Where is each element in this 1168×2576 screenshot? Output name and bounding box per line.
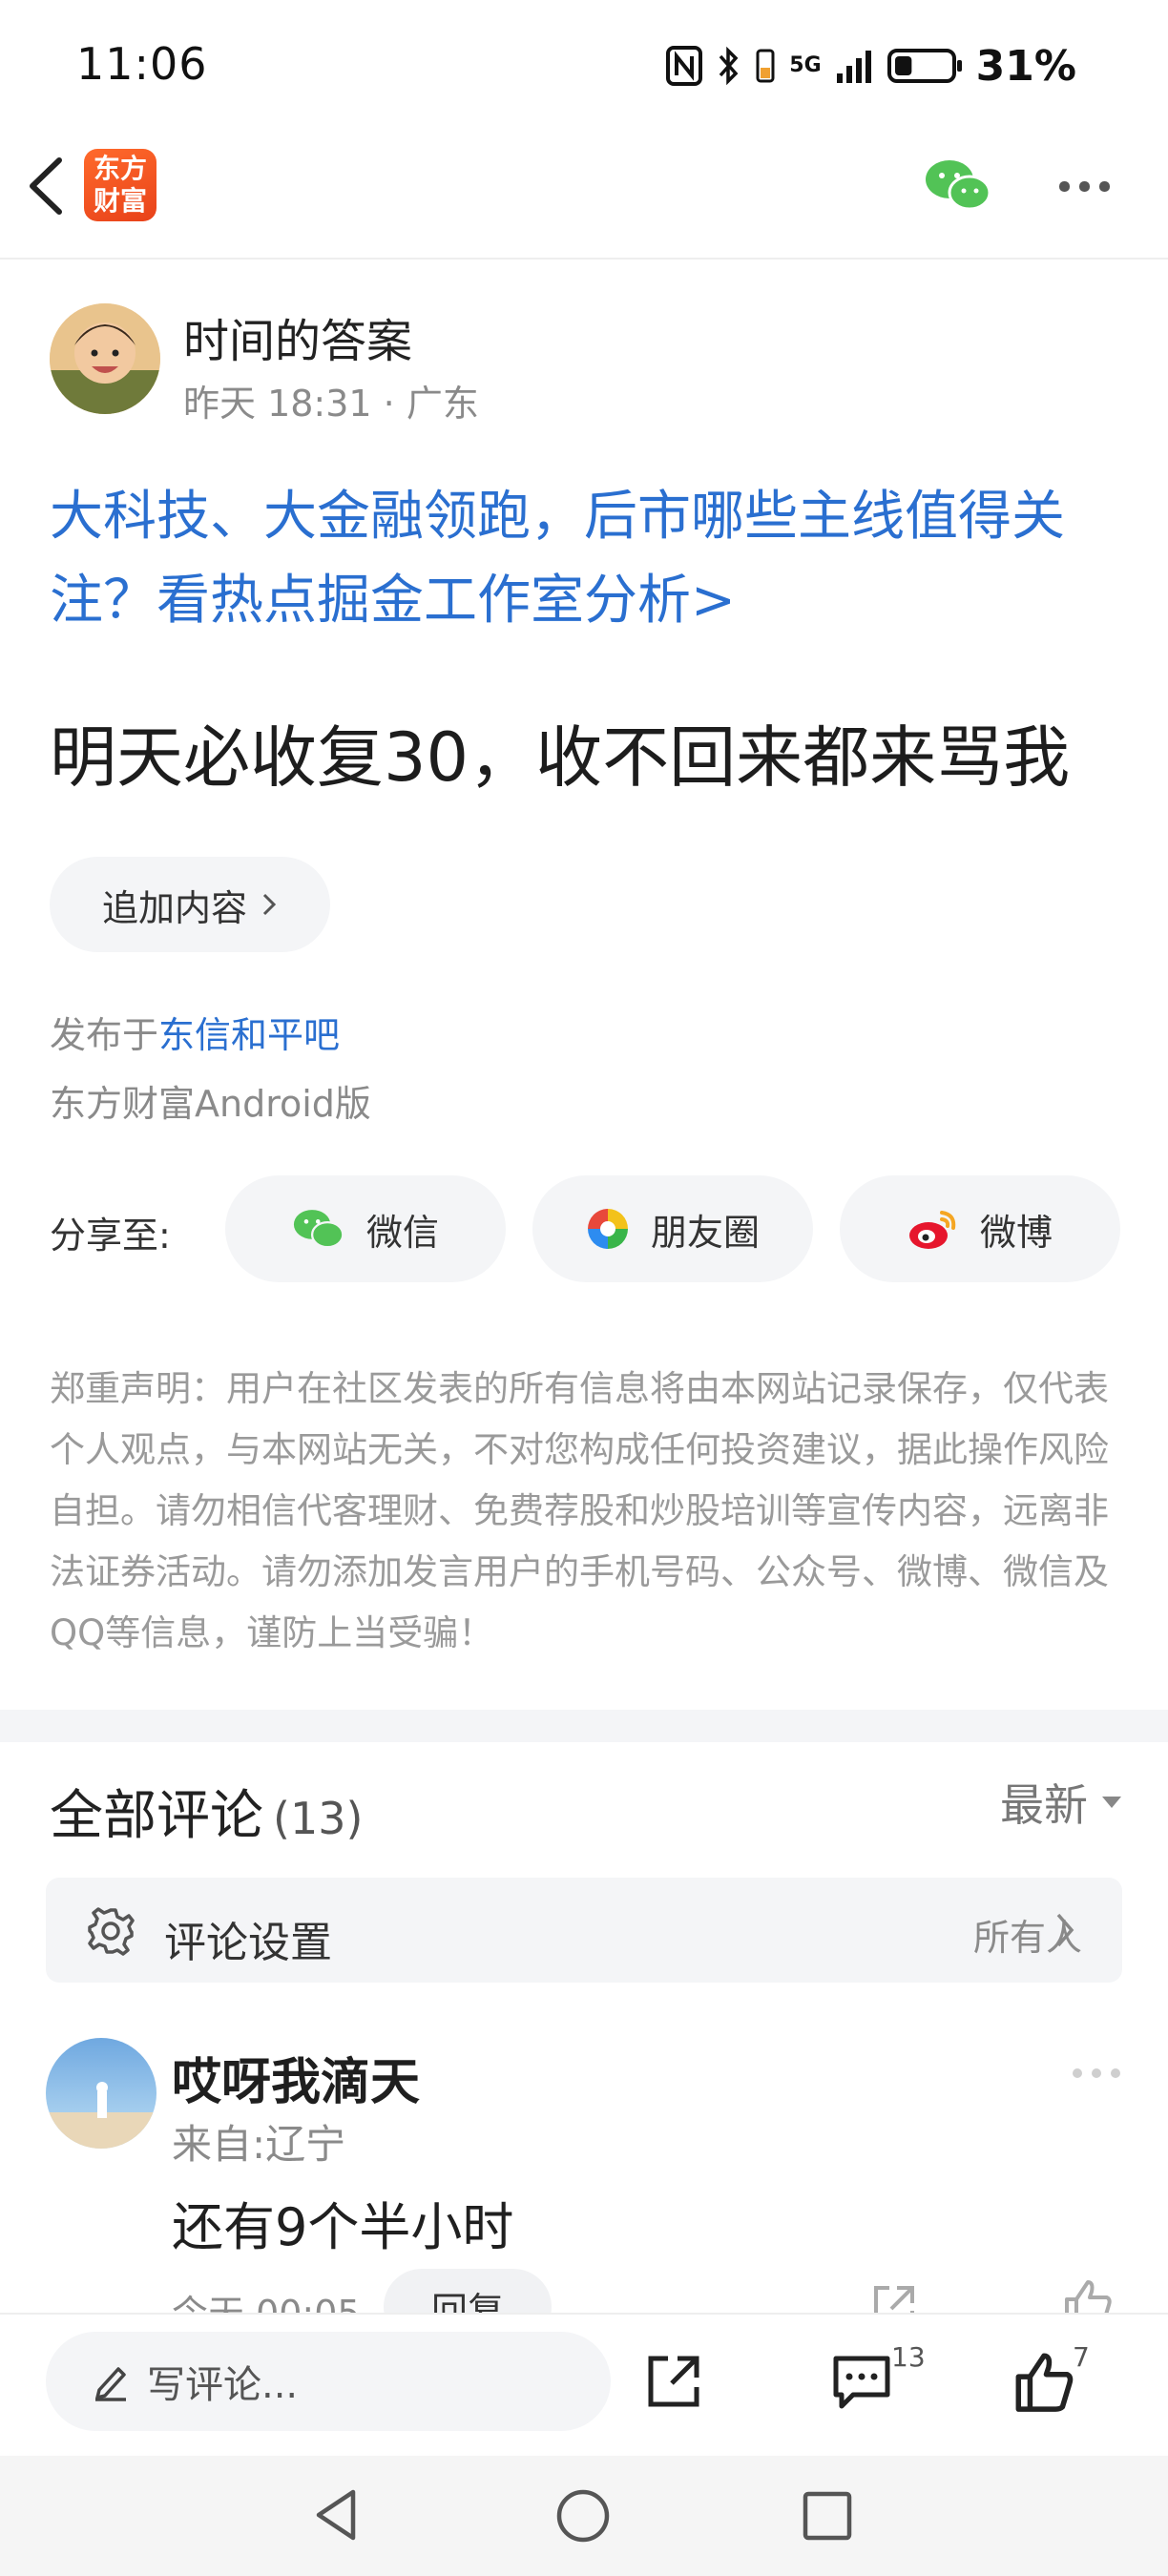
disclaimer-text: 郑重声明：用户在社区发表的所有信息将由本网站记录保存，仅代表个人观点，与本网站无… (50, 1368, 1109, 1653)
wechat-icon[interactable] (924, 156, 992, 214)
avatar-image (50, 303, 160, 414)
chevron-right-icon (1056, 1913, 1074, 1947)
vibrate-battery-icon (756, 49, 775, 83)
share-wechat-label: 微信 (365, 1211, 439, 1254)
more-dot (1079, 181, 1090, 192)
caret-down-icon (1102, 1797, 1121, 1808)
logo-text-line1: 东方 (93, 153, 147, 184)
nav-recents-icon[interactable] (802, 2490, 853, 2542)
wechat-icon (293, 1210, 344, 1249)
author-name[interactable]: 时间的答案 (183, 303, 412, 370)
section-divider (0, 1710, 1168, 1742)
more-dot (1111, 2068, 1120, 2078)
comment-count-badge: 13 (891, 2341, 926, 2373)
comments-title-label: 全部评论 (50, 1785, 263, 1847)
append-content-button[interactable]: 追加内容 (50, 857, 330, 952)
avatar-image (46, 2038, 156, 2149)
pen-icon (95, 2367, 126, 2401)
network-label: 5G (789, 53, 822, 77)
comment-text: 还有9个半小时 (172, 2197, 514, 2257)
bluetooth-icon (719, 46, 739, 86)
share-weibo-button[interactable]: 微博 (840, 1175, 1120, 1282)
publish-prefix: 发布于 (50, 1014, 159, 1056)
author-avatar[interactable] (50, 303, 160, 414)
stock-bar-link[interactable]: 东信和平吧 (158, 1014, 340, 1056)
share-moments-label: 朋友圈 (650, 1211, 760, 1254)
share-icon[interactable] (645, 2353, 702, 2410)
signal-icon (836, 51, 871, 83)
battery-icon (886, 49, 962, 83)
share-moments-button[interactable]: 朋友圈 (532, 1175, 813, 1282)
more-dot (1092, 2068, 1101, 2078)
status-time: 11:06 (76, 38, 208, 90)
nav-back-icon[interactable] (311, 2486, 365, 2544)
sort-dropdown[interactable]: 最新 (1000, 1771, 1122, 1834)
more-icon[interactable] (1059, 181, 1110, 192)
share-weibo-label: 微博 (979, 1211, 1053, 1254)
logo-text-line2: 财富 (93, 185, 147, 217)
share-wechat-button[interactable]: 微信 (225, 1175, 506, 1282)
top-nav (0, 134, 1168, 260)
battery-percent: 31% (975, 41, 1076, 91)
sort-label: 最新 (1000, 1779, 1088, 1831)
commenter-name[interactable]: 哎呀我滴天 (172, 2042, 420, 2113)
write-comment-input[interactable]: 写评论... (46, 2332, 611, 2431)
promo-link[interactable]: 大科技、大金融领跑，后市哪些主线值得关注？看热点掘金工作室分析> (50, 475, 1128, 643)
nav-home-icon[interactable] (555, 2488, 611, 2544)
gear-icon (88, 1907, 135, 1956)
weibo-icon (908, 1211, 956, 1249)
status-icons: 5G 31% (665, 41, 1076, 91)
comments-count: (13) (273, 1793, 364, 1844)
commenter-location: 来自:辽宁 (172, 2121, 346, 2168)
write-comment-placeholder: 写评论... (147, 2363, 299, 2407)
more-dot (1073, 2068, 1082, 2078)
app-logo: 东方 财富 (84, 149, 156, 221)
like-icon[interactable] (1012, 2349, 1076, 2414)
comment-more-icon[interactable] (1073, 2068, 1120, 2078)
app-source: 东方财富Android版 (50, 1083, 371, 1125)
comment-icon[interactable] (830, 2351, 893, 2414)
share-label: 分享至: (50, 1215, 171, 1257)
chevron-right-icon (262, 893, 277, 916)
more-dot (1059, 181, 1070, 192)
more-dot (1099, 181, 1110, 192)
post-meta: 昨天 18:31 · 广东 (183, 383, 479, 425)
nfc-icon (666, 46, 703, 86)
post-headline: 明天必收复30，收不回来都来骂我 (50, 718, 1071, 797)
comments-title: 全部评论 (13) (50, 1773, 363, 1850)
commenter-avatar[interactable] (46, 2038, 156, 2149)
publish-line: 发布于东信和平吧 (50, 1006, 340, 1058)
append-content-label: 追加内容 (101, 886, 247, 929)
comment-settings-label: 评论设置 (164, 1919, 332, 1967)
back-icon[interactable] (23, 153, 71, 219)
like-count-badge: 7 (1073, 2341, 1090, 2373)
status-bar: 11:06 5G 31% (0, 0, 1168, 134)
moments-icon (587, 1209, 628, 1249)
